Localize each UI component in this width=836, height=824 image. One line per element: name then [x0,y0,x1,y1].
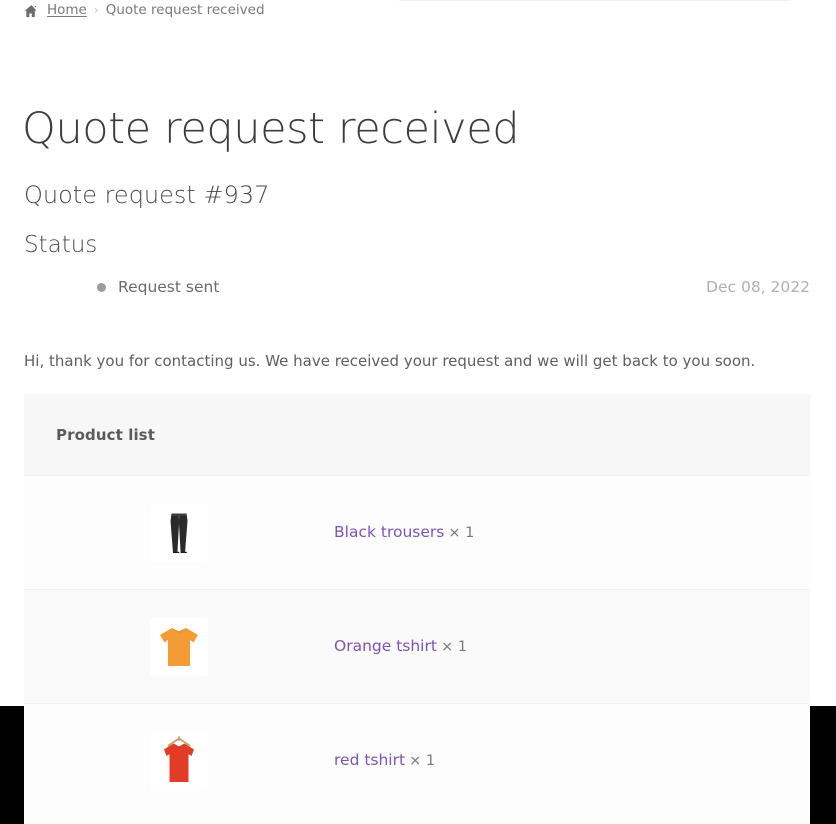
product-name-cell: Black trousers × 1 [334,521,810,544]
quote-request-number: Quote request #937 [24,181,270,209]
product-list-table: Product list Black trousers × 1 Orange t… [24,394,810,817]
status-row: Request sent Dec 08, 2022 [24,276,810,300]
breadcrumb-separator-icon: › [93,3,99,17]
page-content: Home › Quote request received Quote requ… [0,0,836,824]
page-title: Quote request received [22,104,520,154]
status-label: Request sent [118,278,220,296]
product-name-cell: red tshirt × 1 [334,749,810,772]
product-quantity: × 1 [409,753,436,769]
product-thumbnail-cell [24,617,334,676]
table-row: Black trousers × 1 [24,475,810,589]
product-list-header: Product list [24,394,810,475]
table-row: red tshirt × 1 [24,703,810,817]
product-link[interactable]: Orange tshirt [334,635,437,657]
status-heading: Status [24,232,98,258]
breadcrumb: Home › Quote request received [24,2,265,19]
header-divider [399,0,791,1]
product-thumbnail-cell [24,731,334,790]
black-trousers-thumbnail-icon[interactable] [150,503,208,562]
product-quantity: × 1 [448,525,475,541]
home-icon[interactable] [24,4,39,19]
product-thumbnail-cell [24,503,334,562]
product-link[interactable]: Black trousers [334,521,444,543]
product-list-header-label: Product list [56,425,155,444]
breadcrumb-current: Quote request received [105,2,265,18]
table-row: Orange tshirt × 1 [24,589,810,703]
product-quantity: × 1 [440,639,467,655]
intro-message: Hi, thank you for contacting us. We have… [24,352,756,370]
status-date: Dec 08, 2022 [706,278,810,296]
product-link[interactable]: red tshirt [334,749,405,771]
red-tshirt-thumbnail-icon[interactable] [150,731,208,790]
breadcrumb-home-link[interactable]: Home [47,2,87,19]
product-name-cell: Orange tshirt × 1 [334,635,810,658]
orange-tshirt-thumbnail-icon[interactable] [150,617,208,676]
status-dot-icon [97,283,106,292]
